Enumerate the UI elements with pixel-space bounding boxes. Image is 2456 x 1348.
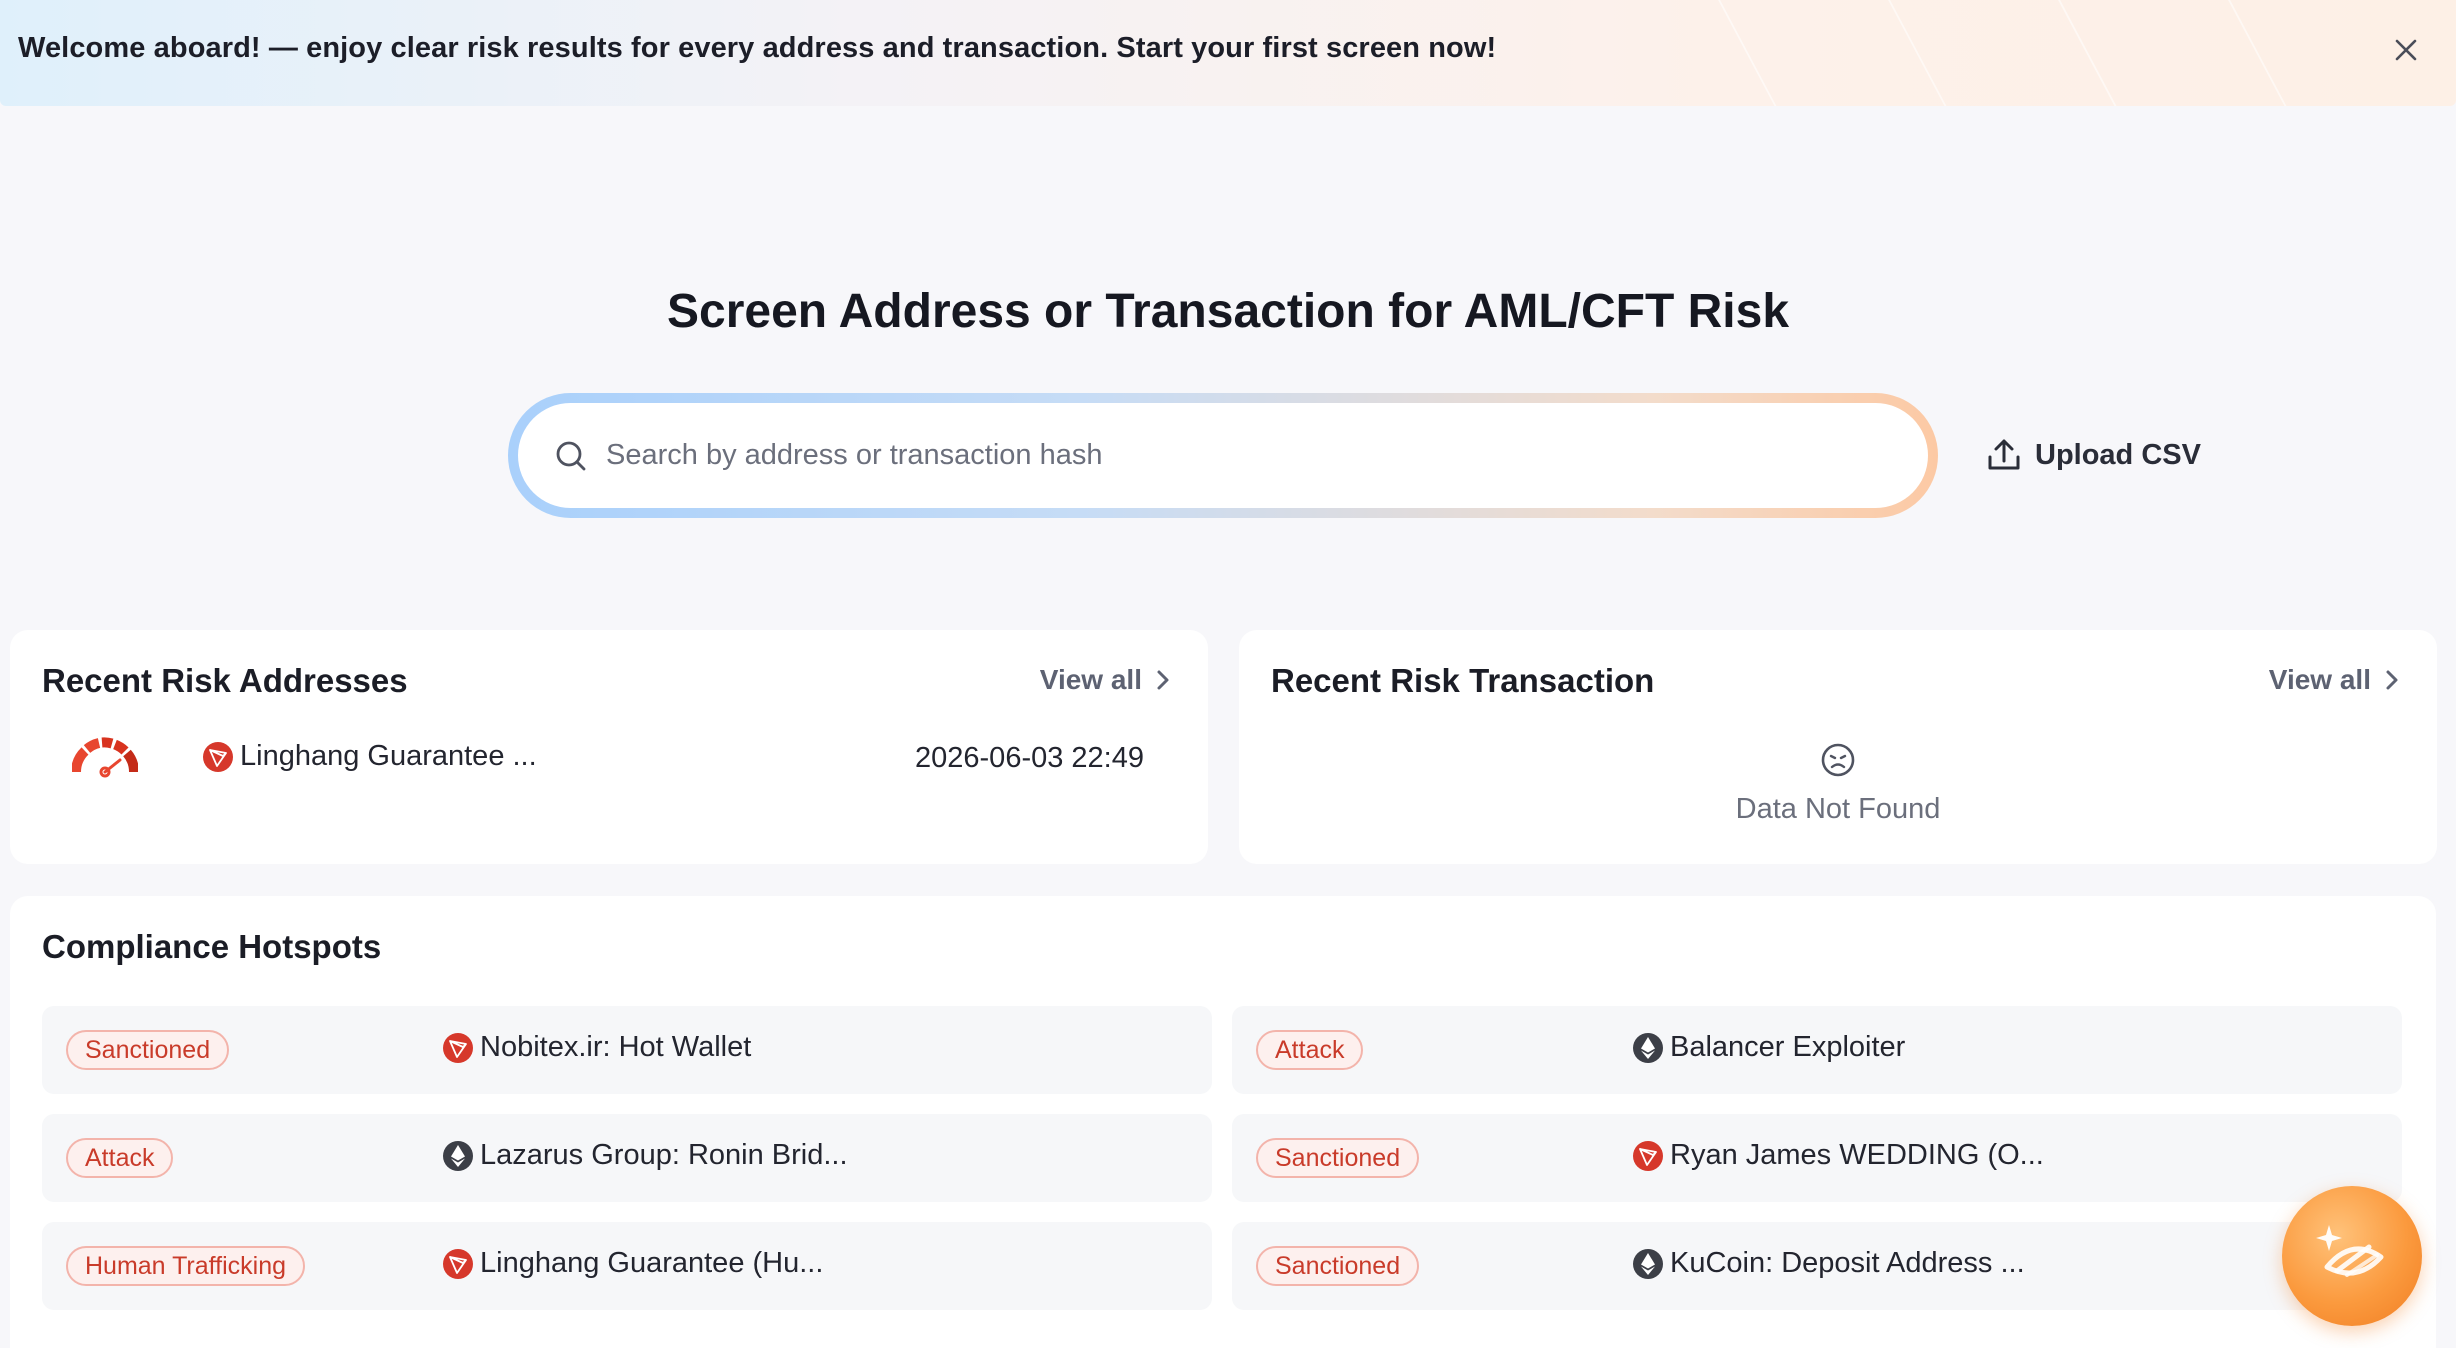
ai-assistant-button[interactable] (2282, 1186, 2422, 1326)
close-icon (2395, 39, 2417, 61)
search-icon (556, 441, 586, 470)
entity-label: KuCoin: Deposit Address ... (1670, 1247, 2025, 1279)
search-field[interactable] (518, 403, 1928, 508)
banner-close-button[interactable] (2386, 30, 2426, 70)
chevron-right-icon (2386, 670, 2398, 690)
recent-risk-transaction-card: Recent Risk Transaction View all Data No… (1239, 630, 2437, 864)
hotspot-item[interactable]: Attack Balancer Exploiter (1232, 1006, 2402, 1094)
risk-tag-badge: Sanctioned (1256, 1246, 1420, 1286)
entity-label: Lazarus Group: Ronin Brid... (480, 1139, 848, 1171)
hotspot-item[interactable]: Human Trafficking Linghang Guarantee (Hu… (42, 1222, 1212, 1310)
upload-icon (1988, 439, 2020, 470)
search-box (508, 393, 1938, 518)
address-label: Linghang Guarantee ... (240, 740, 537, 772)
ethereum-icon (443, 1140, 473, 1171)
risk-tag-badge: Sanctioned (66, 1030, 230, 1070)
empty-state: Data Not Found (1239, 742, 2437, 826)
search-input[interactable] (606, 439, 1928, 472)
view-all-label: View all (2268, 664, 2371, 695)
hotspot-entity: Ryan James WEDDING (O... (1632, 1139, 2044, 1172)
upload-csv-button[interactable]: Upload CSV (1985, 434, 2201, 476)
ethereum-icon (1633, 1032, 1663, 1063)
compliance-hotspots-card: Compliance Hotspots Sanctioned Nobitex.i… (10, 896, 2436, 1348)
risk-tag-badge: Sanctioned (1256, 1138, 1420, 1178)
tron-icon (443, 1032, 473, 1063)
hotspot-item[interactable]: Sanctioned KuCoin: Deposit Address ... (1232, 1222, 2402, 1310)
hotspot-entity: KuCoin: Deposit Address ... (1632, 1247, 2025, 1280)
risk-gauge-icon (72, 737, 138, 778)
hotspot-item[interactable]: Attack Lazarus Group: Ronin Brid... (42, 1114, 1212, 1202)
tron-icon (1633, 1140, 1663, 1171)
view-all-transactions-link[interactable]: View all (2269, 664, 2401, 696)
page-title: Screen Address or Transaction for AML/CF… (666, 285, 1790, 338)
recent-risk-addresses-card: Recent Risk Addresses View all Linghang … (10, 630, 1208, 864)
risk-address-name: Linghang Guarantee ... (202, 740, 537, 773)
entity-label: Nobitex.ir: Hot Wallet (480, 1031, 752, 1063)
sparkle-eye-icon (2316, 1225, 2384, 1277)
card-title: Compliance Hotspots (42, 928, 382, 965)
risk-tag-badge: Attack (1256, 1030, 1364, 1070)
welcome-banner: Welcome aboard! — enjoy clear risk resul… (0, 0, 2456, 106)
hotspot-item[interactable]: Sanctioned Nobitex.ir: Hot Wallet (42, 1006, 1212, 1094)
hotspot-entity: Balancer Exploiter (1632, 1031, 1905, 1064)
entity-label: Balancer Exploiter (1670, 1031, 1906, 1063)
hotspot-entity: Lazarus Group: Ronin Brid... (442, 1139, 848, 1172)
chevron-right-icon (1157, 670, 1169, 690)
hotspot-entity: Linghang Guarantee (Hu... (442, 1247, 823, 1280)
upload-csv-label: Upload CSV (2035, 438, 2201, 471)
view-all-addresses-link[interactable]: View all (1040, 664, 1172, 696)
card-title: Recent Risk Transaction (1271, 662, 1655, 699)
sad-face-icon (1821, 743, 1855, 777)
risk-timestamp: 2026-06-03 22:49 (915, 742, 1144, 774)
card-title: Recent Risk Addresses (42, 662, 408, 699)
tron-icon (203, 741, 233, 772)
list-item[interactable]: Linghang Guarantee ... 2026-06-03 22:49 (10, 718, 1208, 798)
risk-tag-badge: Attack (66, 1138, 174, 1178)
entity-label: Ryan James WEDDING (O... (1670, 1139, 2044, 1171)
empty-state-text: Data Not Found (1735, 793, 1941, 825)
hotspot-item[interactable]: Sanctioned Ryan James WEDDING (O... (1232, 1114, 2402, 1202)
ethereum-icon (1633, 1248, 1663, 1279)
view-all-label: View all (1039, 664, 1142, 695)
entity-label: Linghang Guarantee (Hu... (480, 1247, 824, 1279)
banner-message: Welcome aboard! — enjoy clear risk resul… (18, 32, 1497, 64)
hotspot-entity: Nobitex.ir: Hot Wallet (442, 1031, 751, 1064)
risk-tag-badge: Human Trafficking (66, 1246, 306, 1286)
tron-icon (443, 1248, 473, 1279)
